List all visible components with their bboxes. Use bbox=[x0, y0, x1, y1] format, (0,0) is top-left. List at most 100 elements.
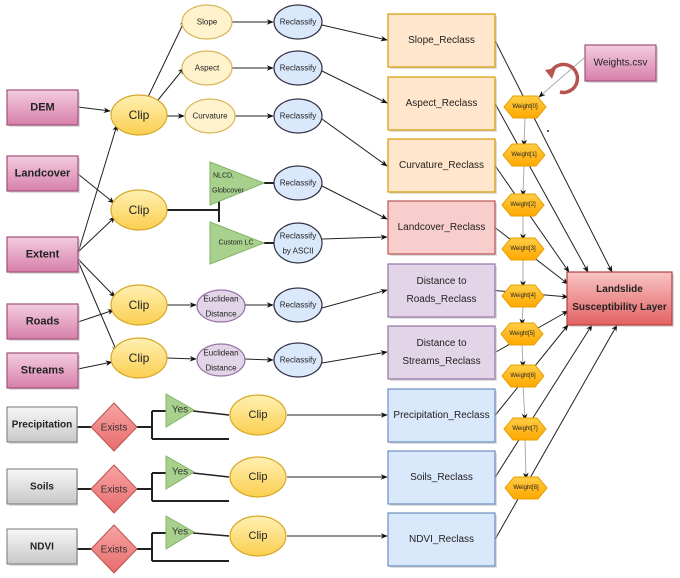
landcover-type-nlcd[interactable]: NLCD, Globcover bbox=[209, 161, 266, 206]
node-label: Yes bbox=[172, 405, 188, 416]
exists-decision-soils[interactable]: Exists bbox=[90, 464, 138, 514]
clip-roads[interactable]: Clip bbox=[110, 284, 168, 326]
reclassify-aspect[interactable]: Reclassify bbox=[273, 50, 323, 86]
input-streams[interactable]: Streams bbox=[6, 352, 80, 390]
edge-arrow bbox=[321, 118, 388, 167]
node-label: NDVI_Reclass bbox=[409, 534, 474, 545]
derivative-curvature[interactable]: Curvature bbox=[184, 98, 236, 134]
reclass-output-aspect-reclass[interactable]: Aspect_Reclass bbox=[387, 76, 497, 132]
yes-branch-precipitation[interactable]: Yes bbox=[165, 393, 195, 428]
reclass-output-roads-reclass-box[interactable] bbox=[387, 263, 496, 318]
node-label: Clip bbox=[129, 298, 150, 312]
weights-file[interactable]: Weights.csv bbox=[584, 44, 658, 83]
reclassify-roads[interactable]: Reclassify bbox=[273, 287, 323, 323]
input-landcover[interactable]: Landcover bbox=[6, 155, 80, 193]
euclidean-distance-streams[interactable]: Euclidean Distance bbox=[196, 343, 246, 377]
reclass-output-streams-reclass-box[interactable] bbox=[387, 325, 496, 380]
reclassify-ascii[interactable]: Reclassify by ASCII bbox=[273, 222, 323, 264]
clip-dem[interactable]: Clip bbox=[110, 94, 168, 136]
weight-4[interactable]: Weight[4] bbox=[501, 284, 545, 308]
loop-arrowhead bbox=[545, 68, 556, 79]
weight-7[interactable]: Weight[7] bbox=[503, 417, 547, 441]
stray-dot bbox=[547, 130, 549, 132]
node-label: Extent bbox=[26, 249, 60, 261]
input-dem[interactable]: DEM bbox=[6, 89, 80, 127]
weight-0[interactable]: Weight[0] bbox=[503, 95, 547, 119]
optional-input-precipitation[interactable]: Precipitation bbox=[6, 406, 78, 444]
node-label: NLCD, bbox=[213, 173, 234, 180]
reclass-output-roads-reclass[interactable]: Distance to Roads_Reclass bbox=[387, 263, 497, 319]
node-label: Euclidean bbox=[203, 295, 238, 304]
reclass-output-ndvi-reclass[interactable]: NDVI_Reclass bbox=[387, 512, 497, 568]
node-label: Reclassify bbox=[280, 18, 316, 27]
edge-arrow bbox=[77, 360, 113, 370]
derivative-aspect[interactable]: Aspect bbox=[181, 50, 233, 86]
reclass-output-slope-reclass[interactable]: Slope_Reclass bbox=[387, 13, 497, 69]
node-label: Reclassify bbox=[280, 112, 316, 121]
node-label: Reclassify bbox=[280, 64, 316, 73]
clip-lc[interactable]: Clip bbox=[110, 189, 168, 231]
reclassify-streams[interactable]: Reclassify bbox=[273, 342, 323, 378]
edge-arrow bbox=[321, 350, 388, 364]
node-label: Streams bbox=[21, 365, 64, 377]
reclass-output-soils-reclass[interactable]: Soils_Reclass bbox=[387, 450, 497, 506]
node-label: Susceptibility Layer bbox=[572, 302, 667, 313]
node-label: Roads bbox=[26, 316, 60, 328]
node-label: Roads_Reclass bbox=[406, 294, 476, 305]
input-roads[interactable]: Roads bbox=[6, 303, 80, 341]
clip-streams[interactable]: Clip bbox=[110, 337, 168, 379]
input-extent[interactable]: Extent bbox=[6, 236, 80, 274]
node-label: Custom LC bbox=[218, 240, 253, 247]
node-label: Weight[6] bbox=[510, 373, 536, 379]
node-label: Weight[7] bbox=[512, 426, 538, 432]
reclassify-nlcd[interactable]: Reclassify bbox=[273, 165, 323, 201]
clip-soils[interactable]: Clip bbox=[229, 456, 287, 498]
weight-8[interactable]: Weight[8] bbox=[504, 476, 548, 500]
node-label: NDVI bbox=[30, 542, 54, 553]
reclass-output-landcover-reclass[interactable]: Landcover_Reclass bbox=[387, 200, 497, 256]
edge-arrow bbox=[321, 70, 388, 104]
node-label: Precipitation bbox=[12, 420, 73, 431]
reclassify-ascii-shape[interactable] bbox=[273, 222, 323, 264]
clip-ndvi[interactable]: Clip bbox=[229, 515, 287, 557]
reclass-output-curvature-reclass[interactable]: Curvature_Reclass bbox=[387, 138, 497, 194]
edge-arrow bbox=[321, 24, 388, 42]
node-label: Clip bbox=[129, 108, 150, 122]
yes-branch-ndvi[interactable]: Yes bbox=[165, 515, 195, 550]
node-label: Weight[1] bbox=[511, 152, 537, 158]
weight-2[interactable]: Weight[2] bbox=[501, 193, 545, 217]
node-label: Yes bbox=[172, 527, 188, 538]
clip-precipitation[interactable]: Clip bbox=[229, 394, 287, 436]
landslide-susceptibility-output-box[interactable] bbox=[566, 271, 673, 326]
exists-decision-ndvi[interactable]: Exists bbox=[90, 524, 138, 574]
reclassify-slope[interactable]: Reclassify bbox=[273, 4, 323, 40]
edge-arrow bbox=[77, 258, 116, 298]
weight-5[interactable]: Weight[5] bbox=[500, 322, 544, 346]
optional-input-soils[interactable]: Soils bbox=[6, 468, 78, 506]
derivative-slope[interactable]: Slope bbox=[181, 4, 233, 40]
weight-1[interactable]: Weight[1] bbox=[502, 143, 546, 167]
reclass-output-streams-reclass[interactable]: Distance to Streams_Reclass bbox=[387, 325, 497, 381]
node-label: Weight[4] bbox=[510, 293, 536, 299]
node-label: Distance to bbox=[416, 276, 466, 287]
edge-connector bbox=[192, 410, 230, 416]
node-label: Exists bbox=[101, 545, 128, 556]
triangle-shape[interactable] bbox=[209, 161, 266, 206]
node-label: Slope_Reclass bbox=[408, 35, 475, 46]
optional-input-ndvi[interactable]: NDVI bbox=[6, 528, 78, 566]
node-label: Weight[8] bbox=[513, 485, 539, 491]
reclass-output-precip-reclass[interactable]: Precipitation_Reclass bbox=[387, 388, 497, 444]
yes-branch-soils[interactable]: Yes bbox=[165, 455, 195, 490]
node-label: Clip bbox=[249, 409, 268, 421]
node-label: Clip bbox=[129, 351, 150, 365]
exists-decision-precipitation[interactable]: Exists bbox=[90, 402, 138, 452]
landcover-type-custom[interactable]: Custom LC bbox=[209, 221, 266, 265]
euclidean-distance-roads[interactable]: Euclidean Distance bbox=[196, 289, 246, 323]
node-label: Reclassify bbox=[280, 232, 316, 241]
edge-arrow bbox=[77, 106, 111, 113]
weight-6[interactable]: Weight[6] bbox=[501, 364, 545, 388]
weight-3[interactable]: Weight[3] bbox=[501, 237, 545, 261]
landslide-susceptibility-output[interactable]: Landslide Susceptibility Layer bbox=[566, 271, 674, 327]
edge-arrow bbox=[321, 288, 388, 309]
reclassify-curv[interactable]: Reclassify bbox=[273, 98, 323, 134]
